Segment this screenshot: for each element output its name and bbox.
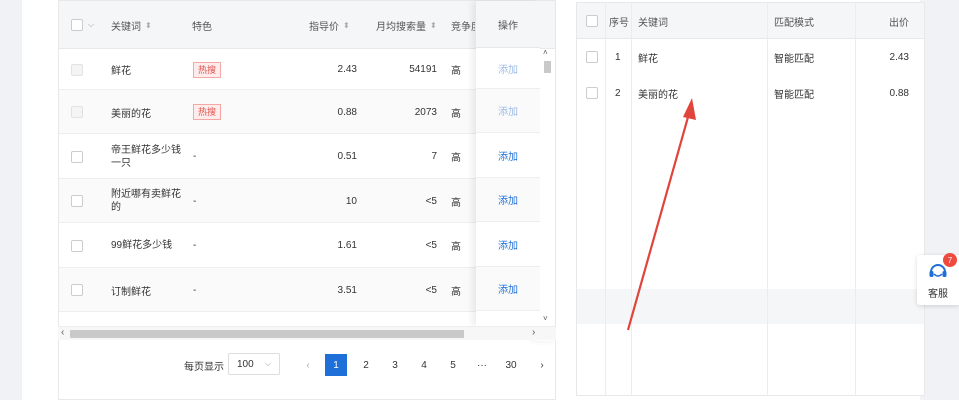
vertical-scrollbar[interactable]: ˄ ˅ xyxy=(540,48,554,325)
customer-service-button[interactable]: 7 客服 xyxy=(917,253,959,305)
competition-cell: 高 xyxy=(451,66,461,77)
add-keyword-button[interactable]: 添加 xyxy=(476,222,540,267)
scroll-down-icon[interactable]: ˅ xyxy=(543,314,548,323)
select-all-checkbox[interactable] xyxy=(586,15,598,27)
horizontal-scroll-thumb[interactable] xyxy=(70,330,464,338)
scroll-left-icon[interactable]: ‹ xyxy=(61,327,64,338)
keyword-cell: 99鲜花多少钱 xyxy=(111,240,173,251)
page-size-select[interactable]: 100 ⌵ xyxy=(228,353,280,375)
guide-price-cell: 3.51 xyxy=(337,284,357,296)
guide-price-cell: 1.61 xyxy=(337,240,357,251)
index-cell: 2 xyxy=(615,87,621,99)
row-checkbox[interactable] xyxy=(71,268,83,312)
select-all-control[interactable]: ⌵ xyxy=(71,1,94,49)
vertical-scroll-thumb[interactable] xyxy=(544,61,551,73)
monthly-search-cell: 7 xyxy=(431,151,437,162)
monthly-search-cell: <5 xyxy=(425,195,437,207)
page-button[interactable]: 4 xyxy=(413,354,435,376)
competition-cell: 高 xyxy=(451,242,461,253)
hot-search-tag: 热搜 xyxy=(193,61,222,78)
header-keyword: 关键词 xyxy=(638,17,668,29)
header-competition[interactable]: 竞争度 xyxy=(451,1,475,49)
feature-cell: - xyxy=(193,240,197,251)
row-checkbox[interactable] xyxy=(71,134,83,179)
add-keyword-button[interactable]: 添加 xyxy=(476,267,540,311)
keyword-cell: 鲜花 xyxy=(638,53,658,65)
header-action: 操作 xyxy=(476,1,540,48)
row-checkbox[interactable] xyxy=(586,87,598,99)
selected-keywords-table: 序号 关键词 匹配模式 出价 1 鲜花 智能匹配 2.43 2 美丽的花 智能匹配 0.88 xyxy=(576,2,925,396)
next-page-button[interactable]: › xyxy=(532,354,552,376)
page-ellipsis[interactable]: ··· xyxy=(471,354,493,376)
chevron-down-icon: ⌵ xyxy=(264,359,271,368)
row-checkbox[interactable] xyxy=(71,223,83,268)
page-button[interactable]: 3 xyxy=(384,354,406,376)
row-checkbox[interactable] xyxy=(71,90,83,134)
page-size-label: 每页显示 xyxy=(184,361,224,373)
add-keyword-button[interactable]: 添加 xyxy=(476,178,540,222)
header-guide-price[interactable]: 指导价 ⬍ xyxy=(309,1,350,49)
header-feature: 特色 xyxy=(192,21,212,33)
customer-service-label: 客服 xyxy=(928,289,948,300)
chevron-down-icon[interactable]: ⌵ xyxy=(88,20,94,30)
competition-cell: 高 xyxy=(451,108,461,120)
page-button[interactable]: 2 xyxy=(355,354,377,376)
prev-page-button[interactable]: ‹ xyxy=(298,354,318,376)
header-index: 序号 xyxy=(609,17,629,29)
table-row-empty xyxy=(577,289,924,324)
monthly-search-cell: 54191 xyxy=(409,64,437,75)
row-checkbox[interactable] xyxy=(586,51,598,63)
scroll-right-icon[interactable]: › xyxy=(532,327,535,338)
header-keyword[interactable]: 关键词 ⬍ xyxy=(111,1,152,49)
header-match-mode: 匹配模式 xyxy=(774,17,814,29)
add-keyword-button[interactable]: 添加 xyxy=(476,133,540,178)
notification-badge: 7 xyxy=(943,253,957,267)
bid-cell: 2.43 xyxy=(889,51,909,63)
keyword-cell: 订制鲜花 xyxy=(111,286,151,298)
keyword-cell: 鲜花 xyxy=(111,66,131,77)
header-bid: 出价 xyxy=(889,17,909,29)
competition-cell: 高 xyxy=(451,153,461,164)
keyword-cell: 附近哪有卖鲜花的 xyxy=(111,189,181,213)
feature-cell: - xyxy=(193,195,197,207)
keyword-cell: 美丽的花 xyxy=(638,89,678,101)
feature-cell: - xyxy=(193,151,197,162)
action-column: 操作 添加 添加 添加 添加 添加 添加 xyxy=(476,1,540,326)
feature-cell: 热搜 xyxy=(193,90,222,134)
select-all-checkbox[interactable] xyxy=(71,19,83,31)
row-checkbox[interactable] xyxy=(71,49,83,90)
sort-icon[interactable]: ⬍ xyxy=(430,21,437,30)
competition-cell: 高 xyxy=(451,197,461,209)
horizontal-scrollbar[interactable]: ‹ › xyxy=(58,326,556,340)
feature-cell: - xyxy=(193,284,197,296)
index-cell: 1 xyxy=(615,51,621,63)
match-mode-cell: 智能匹配 xyxy=(774,89,814,101)
monthly-search-cell: <5 xyxy=(425,240,437,251)
keyword-cell: 美丽的花 xyxy=(111,108,151,120)
guide-price-cell: 10 xyxy=(345,195,357,207)
monthly-search-cell: 2073 xyxy=(414,106,437,118)
page-button[interactable]: 1 xyxy=(325,354,347,376)
match-mode-cell: 智能匹配 xyxy=(774,53,814,65)
guide-price-cell: 0.88 xyxy=(337,106,357,118)
add-keyword-button[interactable]: 添加 xyxy=(476,48,540,89)
scroll-up-icon[interactable]: ˄ xyxy=(543,48,548,57)
sort-icon[interactable]: ⬍ xyxy=(145,21,152,30)
bid-cell: 0.88 xyxy=(889,87,909,99)
sort-icon[interactable]: ⬍ xyxy=(343,21,350,30)
add-keyword-button[interactable]: 添加 xyxy=(476,89,540,133)
guide-price-cell: 2.43 xyxy=(337,64,357,75)
guide-price-cell: 0.51 xyxy=(337,151,357,162)
hot-search-tag: 热搜 xyxy=(193,104,222,120)
keyword-cell: 帝王鲜花多少钱一只 xyxy=(111,144,181,169)
feature-cell: 热搜 xyxy=(193,49,222,90)
page-button[interactable]: 5 xyxy=(442,354,464,376)
monthly-search-cell: <5 xyxy=(425,284,437,296)
row-checkbox[interactable] xyxy=(71,179,83,223)
page-button[interactable]: 30 xyxy=(500,354,522,376)
header-monthly-search[interactable]: 月均搜索量 ⬍ xyxy=(376,1,437,49)
pagination: 每页显示 100 ⌵ ‹ 1 2 3 4 5 ··· 30 › xyxy=(58,340,556,400)
competition-cell: 高 xyxy=(451,286,461,298)
